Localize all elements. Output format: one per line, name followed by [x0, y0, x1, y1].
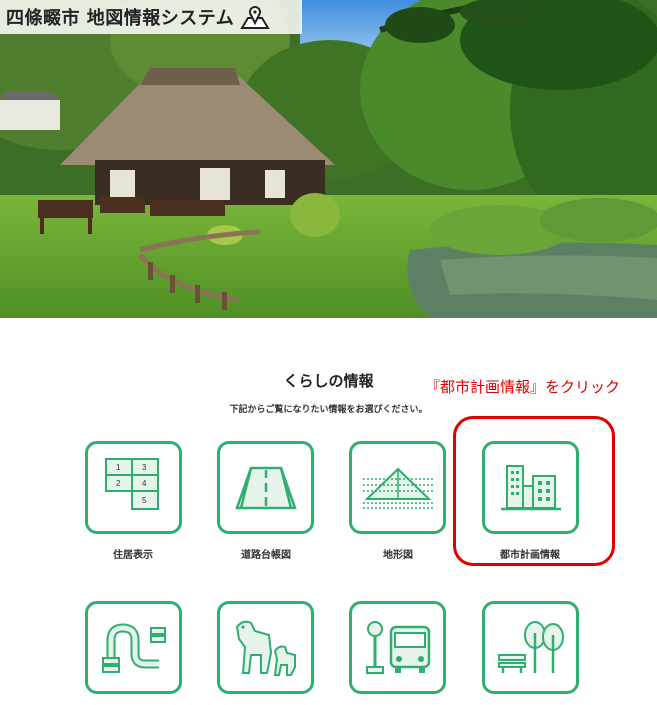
tile-label-road-ledger[interactable]: 道路台帳図 [201, 546, 331, 561]
svg-text:3: 3 [142, 463, 147, 472]
tile-transportation[interactable] [349, 601, 446, 694]
tile-topographic-map[interactable] [349, 441, 446, 534]
app-title: 四條畷市 地図情報システム [6, 8, 235, 29]
hero-photo: 四條畷市 地図情報システム [0, 0, 657, 318]
section-subheading: 下記からご覧になりたい情報をお選びください。 [229, 405, 428, 415]
city-buildings-icon [500, 464, 561, 510]
svg-text:5: 5 [142, 496, 147, 505]
click-instruction-annotation: 『都市計画情報』をクリック [425, 378, 621, 396]
tile-label-city-planning-info[interactable]: 都市計画情報 [465, 546, 595, 561]
header-title-bar: 四條畷市 地図情報システム [0, 0, 302, 34]
tile-city-planning-info[interactable] [482, 441, 579, 534]
svg-text:2: 2 [116, 479, 121, 488]
tile-parks[interactable] [482, 601, 579, 694]
map-pin-icon [240, 6, 271, 29]
terrain-icon [362, 467, 433, 509]
sewer-pipe-icon [101, 622, 166, 673]
park-trees-icon [497, 620, 564, 673]
svg-text:1: 1 [116, 463, 121, 472]
address-grid-icon: 1 3 2 4 5 [104, 457, 159, 510]
tile-label-topographic-map[interactable]: 地形図 [333, 546, 463, 561]
bus-stop-icon [365, 620, 430, 674]
tile-sewer[interactable] [85, 601, 182, 694]
road-icon [234, 466, 297, 509]
svg-text:4: 4 [142, 479, 147, 488]
cultural-property-horse-icon [235, 620, 296, 676]
tile-road-ledger[interactable] [217, 441, 314, 534]
tile-address-display[interactable]: 1 3 2 4 5 [85, 441, 182, 534]
tile-cultural-property[interactable] [217, 601, 314, 694]
tile-label-address-display[interactable]: 住居表示 [68, 546, 198, 561]
